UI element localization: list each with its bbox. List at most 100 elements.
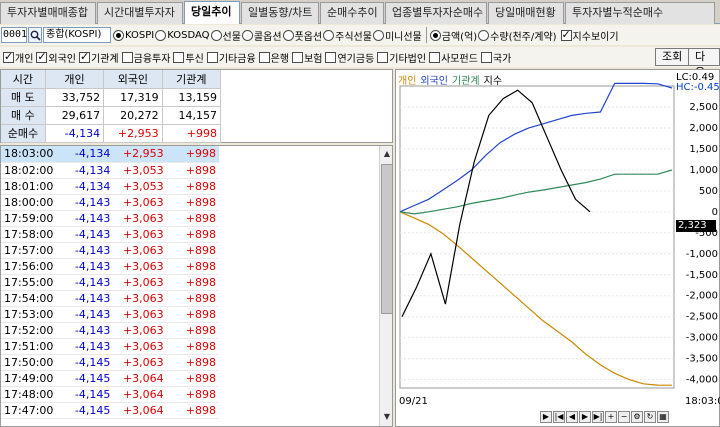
check-other-corp[interactable]: 기타법인 — [377, 50, 426, 65]
check-other-finance[interactable]: 기타금융 — [206, 50, 256, 65]
scroll-thumb[interactable] — [381, 164, 392, 314]
summary-row-sell: 매 도 33,752 17,319 13,159 — [1, 88, 222, 107]
prev-icon[interactable]: ◀ — [566, 411, 578, 423]
value-cell: -4,134 — [60, 178, 114, 195]
check-trust[interactable]: 투신 — [173, 50, 204, 65]
radio-stock-futures[interactable]: 주식선물 — [323, 28, 372, 43]
check-individual[interactable]: 개인 — [3, 50, 33, 65]
table-row[interactable]: 17:54:00 -4,143 +3,063 +898 — [1, 290, 219, 307]
tab-daily-trade[interactable]: 당일매매현황 — [488, 2, 564, 24]
legend-index: 지수 — [483, 76, 503, 87]
time-cell: 18:03:00 — [1, 146, 61, 163]
tab-daily-chart[interactable]: 일별동향/차트 — [241, 2, 319, 24]
radio-quantity[interactable]: 수량(천주/계약) — [478, 28, 557, 43]
check-pension[interactable]: 연기금등 — [325, 50, 374, 65]
table-row[interactable]: 17:57:00 -4,143 +3,063 +898 — [1, 242, 219, 259]
table-row[interactable]: 17:50:00 -4,145 +3,063 +898 — [1, 354, 219, 371]
code-input[interactable]: 0001 — [1, 27, 27, 43]
checkbox-label: 보험 — [304, 53, 323, 65]
table-row[interactable]: 17:53:00 -4,143 +3,063 +898 — [1, 306, 219, 323]
checkbox-label: 은행 — [270, 53, 290, 65]
value-cell: +898 — [166, 402, 219, 419]
tab-time-investor[interactable]: 시간대별투자자 — [97, 2, 183, 24]
value-cell: +898 — [166, 178, 219, 195]
table-row[interactable]: 17:55:00 -4,143 +3,063 +898 — [1, 274, 219, 291]
summary-table: 시간 개인 외국인 기관계 매 도 33,752 17,319 13,159 매… — [1, 70, 222, 143]
value-cell: +898 — [166, 194, 219, 211]
value-cell: +3,063 — [113, 290, 167, 307]
zoom-in-icon[interactable]: + — [605, 411, 617, 423]
play-icon[interactable]: ▶ — [540, 411, 552, 423]
table-row[interactable]: 17:59:00 -4,143 +3,063 +898 — [1, 210, 219, 227]
search-button[interactable] — [28, 27, 42, 43]
table-row[interactable]: 17:56:00 -4,143 +3,063 +898 — [1, 258, 219, 275]
first-icon[interactable]: |◀ — [553, 411, 565, 423]
last-icon[interactable]: ▶| — [592, 411, 604, 423]
check-institution[interactable]: 기관계 — [79, 50, 119, 65]
radio-put-option[interactable]: 풋옵션 — [282, 28, 322, 43]
value-cell: +3,064 — [113, 386, 167, 403]
value-cell: -4,134 — [60, 162, 114, 179]
table-row[interactable]: 17:52:00 -4,143 +3,063 +898 — [1, 322, 219, 339]
checkbox-label: 개인 — [15, 53, 34, 65]
next-button[interactable]: 다음 — [688, 48, 720, 79]
tab-investor-summary[interactable]: 투자자별매매종합 — [0, 2, 96, 24]
radio-call-option[interactable]: 콜옵션 — [241, 28, 282, 43]
legend-foreign: 외국인 — [420, 76, 449, 87]
grid-icon[interactable]: ▦ — [657, 411, 669, 423]
check-bank[interactable]: 은행 — [258, 50, 290, 65]
value-cell: +898 — [166, 354, 219, 371]
value-cell: +3,063 — [113, 242, 167, 259]
tab-cumulative-net-buy[interactable]: 투자자별누적순매수 — [565, 2, 715, 24]
value-cell: +3,063 — [113, 210, 167, 227]
radio-mini-futures[interactable]: 미니선물 — [372, 28, 422, 43]
radio-label: 수량(천주/계약) — [490, 31, 557, 43]
table-row[interactable]: 18:00:00 -4,143 +3,063 +898 — [1, 194, 219, 211]
radio-kospi[interactable]: KOSPI — [113, 29, 154, 41]
next-icon[interactable]: ▶ — [579, 411, 591, 423]
table-row[interactable]: 17:49:00 -4,145 +3,064 +898 — [1, 370, 219, 387]
radio-label: 선물 — [222, 31, 241, 43]
value-cell: -4,143 — [60, 306, 114, 323]
time-cell: 17:58:00 — [1, 226, 61, 243]
checkbox-box — [36, 50, 48, 63]
value-cell: +898 — [166, 386, 219, 403]
checkbox-label: 기타금융 — [218, 53, 256, 65]
table-row[interactable]: 17:58:00 -4,143 +3,063 +898 — [1, 226, 219, 243]
scroll-up-icon[interactable]: ▲ — [381, 147, 392, 161]
check-financial-investment[interactable]: 금융투자 — [121, 50, 170, 65]
check-private-fund[interactable]: 사모펀드 — [429, 50, 478, 65]
refresh-icon[interactable]: ↻ — [644, 411, 656, 423]
table-row[interactable]: 17:48:00 -4,145 +3,064 +898 — [1, 386, 219, 403]
table-row[interactable]: 18:01:00 -4,134 +3,053 +898 — [1, 178, 219, 195]
time-cell: 17:59:00 — [1, 210, 61, 227]
radio-dot — [241, 29, 253, 41]
value-cell: -4,143 — [60, 194, 114, 211]
row-label: 매 도 — [1, 88, 46, 107]
settings-icon[interactable]: ⚙ — [631, 411, 643, 423]
check-nation[interactable]: 국가 — [480, 50, 511, 65]
radio-futures[interactable]: 선물 — [210, 28, 241, 43]
table-row[interactable]: 18:03:00 -4,134 +2,953 +998 — [1, 146, 219, 163]
radio-kosdaq[interactable]: KOSDAQ — [155, 29, 210, 41]
check-insurance[interactable]: 보험 — [292, 50, 322, 65]
value-cell: +3,063 — [113, 354, 167, 371]
check-foreign[interactable]: 외국인 — [36, 50, 76, 65]
tab-intraday-trend[interactable]: 당일추이 — [184, 1, 240, 24]
list-scrollbar[interactable]: ▲ ▼ — [379, 146, 392, 426]
header-foreign: 외국인 — [103, 70, 163, 89]
scroll-down-icon[interactable]: ▼ — [381, 410, 392, 424]
value-cell: +2,953 — [113, 146, 167, 163]
show-index-checkbox[interactable]: 지수보이기 — [560, 28, 619, 43]
value-cell: -4,143 — [60, 258, 114, 275]
time-cell: 17:57:00 — [1, 242, 61, 259]
tab-sector-net-buy[interactable]: 업종별투자자순매수 — [385, 2, 487, 24]
table-row[interactable]: 18:02:00 -4,134 +3,053 +898 — [1, 162, 219, 179]
table-row[interactable]: 17:47:00 -4,145 +3,064 +898 — [1, 402, 219, 419]
query-button[interactable]: 조회 — [655, 48, 690, 66]
zoom-out-icon[interactable]: − — [618, 411, 630, 423]
radio-dot — [210, 29, 222, 41]
table-row[interactable]: 17:51:00 -4,143 +3,063 +898 — [1, 338, 219, 355]
radio-amount[interactable]: 금액(억) — [429, 28, 477, 43]
tab-net-buy-trend[interactable]: 순매수추이 — [320, 2, 384, 24]
